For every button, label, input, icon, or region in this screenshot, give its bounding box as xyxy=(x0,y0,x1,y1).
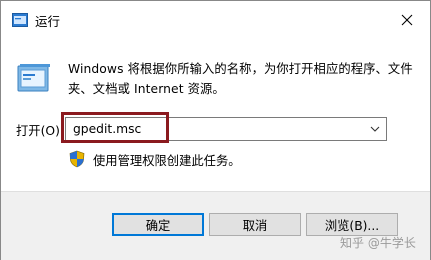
chevron-down-icon xyxy=(370,126,380,132)
dropdown-arrow-button[interactable] xyxy=(367,120,383,138)
ok-button[interactable]: 确定 xyxy=(112,213,204,236)
command-input[interactable] xyxy=(73,121,353,137)
dialog-description: Windows 将根据你所输入的名称，为你打开相应的程序、文件夹、文档或 Int… xyxy=(68,62,413,96)
close-button[interactable] xyxy=(394,7,420,33)
command-combobox[interactable] xyxy=(65,117,387,141)
title-bar[interactable]: 运行 xyxy=(1,1,430,38)
run-dialog: 运行 Windows 将根据你所输入的名称，为你打开相应的程序、文件夹、文档或 … xyxy=(0,0,431,260)
run-app-icon xyxy=(12,13,28,27)
close-icon xyxy=(401,14,413,26)
watermark: 知乎 @牛学长 xyxy=(340,236,416,250)
cancel-button[interactable]: 取消 xyxy=(209,213,301,236)
admin-note: 使用管理权限创建此任务。 xyxy=(93,154,241,168)
admin-shield-icon xyxy=(69,150,85,168)
window-title: 运行 xyxy=(35,14,61,29)
run-large-icon xyxy=(17,63,51,93)
browse-button[interactable]: 浏览(B)... xyxy=(306,213,398,236)
open-label: 打开(O): xyxy=(16,124,65,138)
